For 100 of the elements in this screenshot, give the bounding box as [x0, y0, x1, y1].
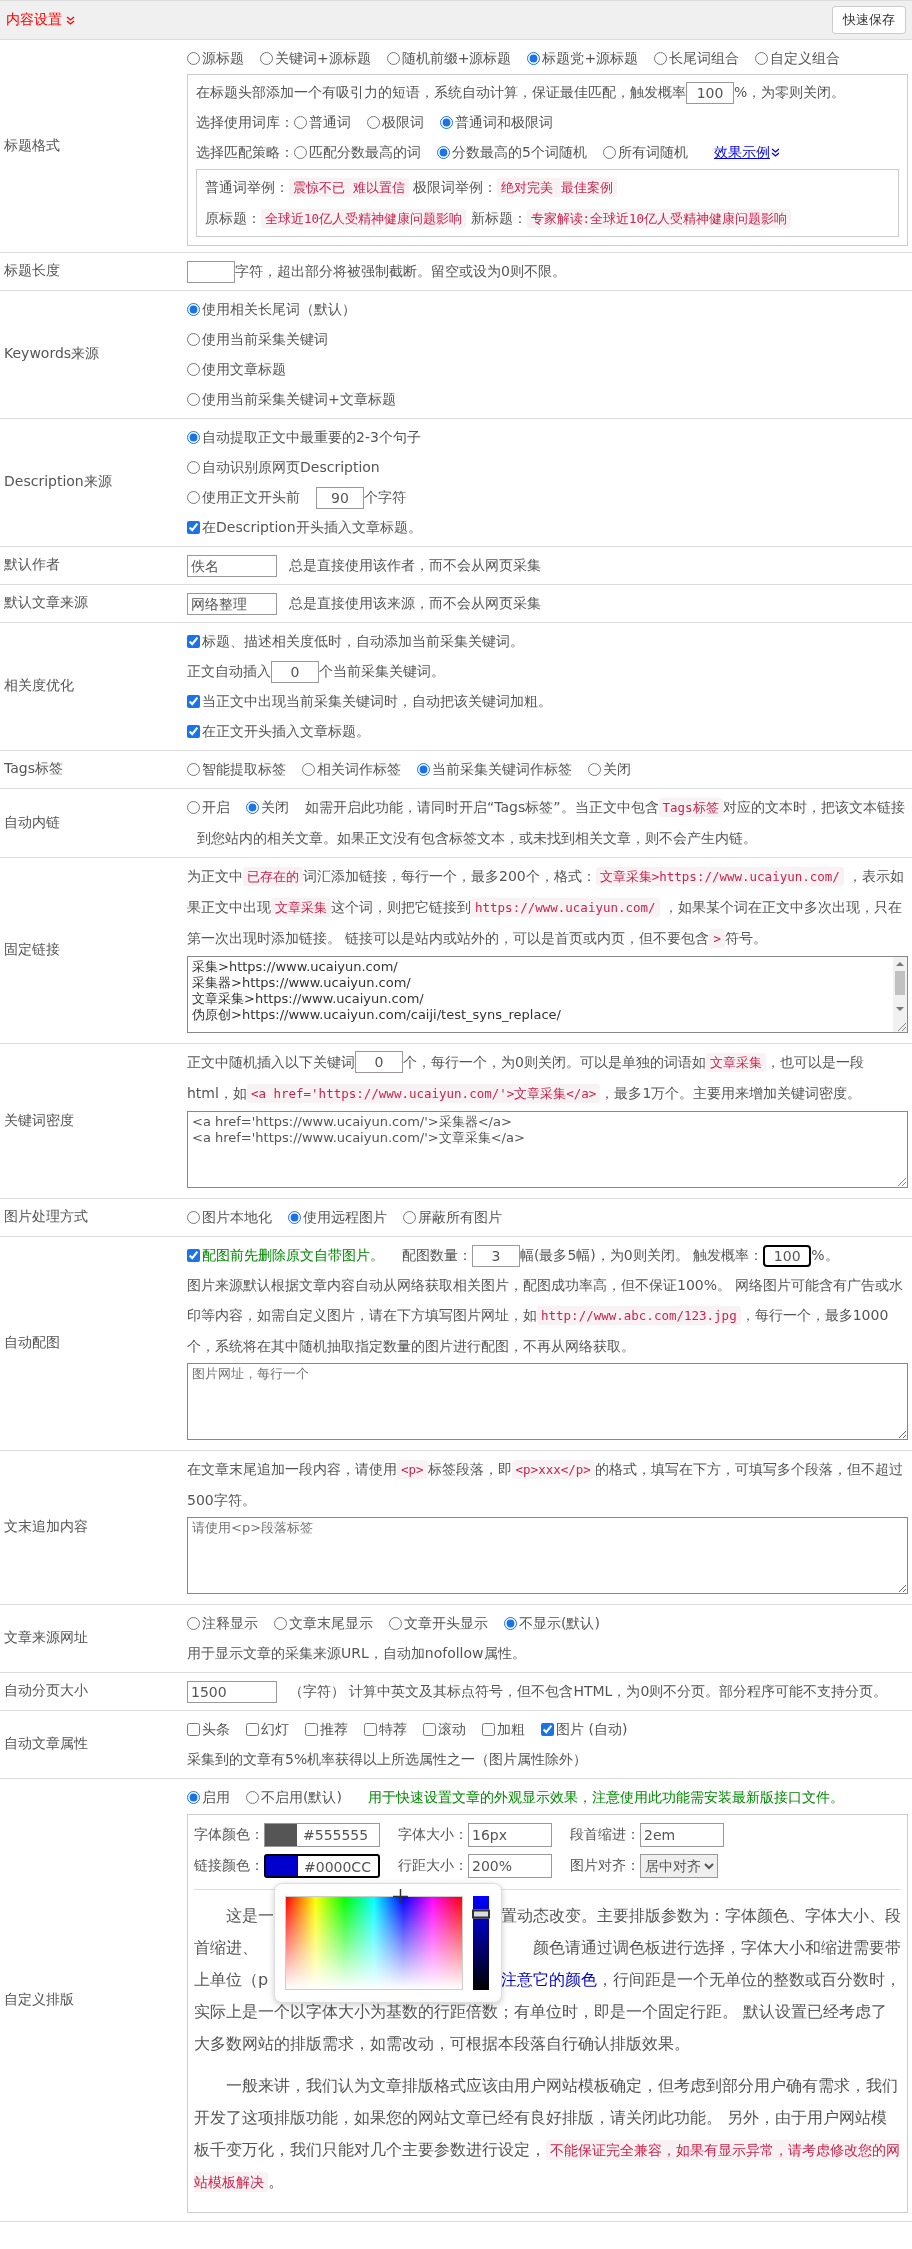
radio-button[interactable]	[187, 303, 200, 316]
input-field[interactable]: 200%	[468, 1853, 552, 1878]
radio-button[interactable]	[246, 1791, 259, 1804]
checkbox-option[interactable]: 配图前先删除原文自带图片。	[187, 1247, 384, 1263]
radio-option[interactable]: 使用远程图片	[288, 1209, 387, 1225]
radio-button[interactable]	[187, 431, 200, 444]
radio-button[interactable]	[367, 116, 380, 129]
radio-option[interactable]: 文章末尾显示	[274, 1615, 373, 1631]
radio-option[interactable]: 关闭	[246, 792, 289, 822]
text-area[interactable]: 采集>https://www.ucaiyun.com/ 采集器>https://www.ucaiyun.com/ 文章采集>https://www.ucaiyun.com/ 伪原创>https://www.ucaiyun.com/caiji/test_syns_replace/	[187, 956, 908, 1033]
slider-handle[interactable]	[472, 1909, 490, 1919]
radio-button[interactable]	[403, 1211, 416, 1224]
radio-option[interactable]: 相关词作标签	[302, 761, 401, 777]
radio-option[interactable]: 开启	[187, 792, 230, 822]
radio-option[interactable]: 使用相关长尾词（默认）	[187, 301, 356, 317]
input-field[interactable]: 100	[686, 82, 734, 104]
color-field[interactable]: #555555	[264, 1822, 380, 1847]
radio-button[interactable]	[187, 363, 200, 376]
checkbox[interactable]	[305, 1723, 318, 1736]
radio-option[interactable]: 文章开头显示	[389, 1615, 488, 1631]
radio-option[interactable]: 当前采集关键词作标签	[417, 761, 572, 777]
brightness-slider[interactable]	[473, 1895, 489, 1990]
radio-option[interactable]: 不显示(默认)	[504, 1615, 600, 1631]
radio-button[interactable]	[187, 763, 200, 776]
radio-option[interactable]: 长尾词组合	[654, 50, 740, 66]
radio-option[interactable]: 自动提取正文中最重要的2-3个句子	[187, 429, 421, 445]
checkbox[interactable]	[482, 1723, 495, 1736]
radio-option[interactable]: 所有词随机	[602, 144, 688, 160]
section-title[interactable]: 内容设置	[6, 11, 62, 29]
input-field[interactable]: 16px	[468, 1822, 552, 1847]
checkbox[interactable]	[246, 1723, 259, 1736]
checkbox[interactable]	[187, 725, 200, 738]
resize-grip-icon[interactable]	[897, 1177, 906, 1186]
radio-button[interactable]	[588, 763, 601, 776]
radio-option[interactable]: 标题党+源标题	[527, 50, 639, 66]
dropdown[interactable]: 居中对齐	[640, 1853, 718, 1878]
checkbox[interactable]	[541, 1723, 554, 1736]
radio-option[interactable]: 极限词	[367, 114, 424, 130]
text-area[interactable]: 图片网址，每行一个	[187, 1363, 908, 1440]
radio-button[interactable]	[274, 1617, 287, 1630]
checkbox[interactable]	[187, 1249, 200, 1262]
radio-option[interactable]: 关键词+源标题	[260, 50, 371, 66]
radio-option[interactable]: 普通词和极限词	[440, 114, 553, 130]
input-field[interactable]: 90	[316, 487, 364, 509]
radio-option[interactable]: 关闭	[588, 761, 631, 777]
checkbox-option[interactable]: 图片 (自动)	[541, 1721, 628, 1737]
scrollbar[interactable]	[893, 957, 907, 1032]
input-field[interactable]: 0	[355, 1051, 403, 1073]
checkbox-option[interactable]: 推荐	[305, 1721, 348, 1737]
checkbox[interactable]	[187, 695, 200, 708]
input-field[interactable]	[187, 261, 235, 283]
radio-button[interactable]	[187, 801, 200, 814]
radio-option[interactable]: 自定义组合	[755, 50, 841, 66]
checkbox-option[interactable]: 头条	[187, 1721, 230, 1737]
color-swatch[interactable]	[265, 1823, 297, 1846]
checkbox-option[interactable]: 当正文中出现当前采集关键词时，自动把该关键词加粗。	[187, 693, 552, 709]
input-field[interactable]: 0	[271, 661, 319, 683]
radio-option[interactable]: 分数最高的5个词随机	[437, 144, 587, 160]
radio-option[interactable]: 启用	[187, 1789, 230, 1805]
radio-option[interactable]: 图片本地化	[187, 1209, 272, 1225]
radio-button[interactable]	[437, 146, 450, 159]
radio-option[interactable]: 注释显示	[187, 1615, 258, 1631]
radio-button[interactable]	[302, 763, 315, 776]
radio-button[interactable]	[294, 146, 307, 159]
radio-button[interactable]	[187, 333, 200, 346]
radio-button[interactable]	[755, 52, 769, 65]
checkbox-option[interactable]: 标题、描述相关度低时，自动添加当前采集关键词。	[187, 633, 524, 649]
checkbox[interactable]	[187, 521, 200, 534]
input-field[interactable]: 佚名	[187, 555, 277, 577]
checkbox-option[interactable]: 滚动	[423, 1721, 466, 1737]
radio-button[interactable]	[602, 146, 616, 159]
checkbox[interactable]	[423, 1723, 436, 1736]
radio-button[interactable]	[260, 52, 273, 65]
radio-button[interactable]	[417, 763, 430, 776]
radio-button[interactable]	[187, 1211, 200, 1224]
radio-button[interactable]	[288, 1211, 301, 1224]
radio-button[interactable]	[187, 52, 200, 65]
radio-option[interactable]: 屏蔽所有图片	[403, 1209, 502, 1225]
example-link[interactable]: 效果示例	[713, 144, 780, 160]
checkbox[interactable]	[187, 635, 200, 648]
input-field[interactable]: 2em	[640, 1822, 724, 1847]
radio-option[interactable]: 源标题	[187, 50, 244, 66]
checkbox-option[interactable]: 幻灯	[246, 1721, 289, 1737]
text-area[interactable]: <a href='https://www.ucaiyun.com/'>采集器</a> <a href='https://www.ucaiyun.com/'>文章采集</a>	[187, 1111, 908, 1188]
radio-button[interactable]	[187, 491, 200, 504]
radio-option[interactable]: 随机前缀+源标题	[386, 50, 512, 66]
checkbox[interactable]	[364, 1723, 377, 1736]
checkbox-option[interactable]: 特荐	[364, 1721, 407, 1737]
radio-option[interactable]: 不启用(默认)	[246, 1789, 342, 1805]
radio-button[interactable]	[386, 52, 400, 65]
checkbox-option[interactable]: 在Description开头插入文章标题。	[187, 519, 422, 535]
radio-option[interactable]: 使用文章标题	[187, 361, 286, 377]
radio-option[interactable]: 普通词	[294, 114, 351, 130]
checkbox-option[interactable]: 在正文开头插入文章标题。	[187, 723, 370, 739]
radio-button[interactable]	[654, 52, 668, 65]
color-field[interactable]: #0000CC	[264, 1853, 380, 1878]
radio-option[interactable]: 使用当前采集关键词	[187, 331, 328, 347]
radio-option[interactable]: 使用当前采集关键词+文章标题	[187, 391, 396, 407]
quick-save-button[interactable]: 快速保存	[832, 6, 906, 34]
radio-button[interactable]	[527, 52, 541, 65]
